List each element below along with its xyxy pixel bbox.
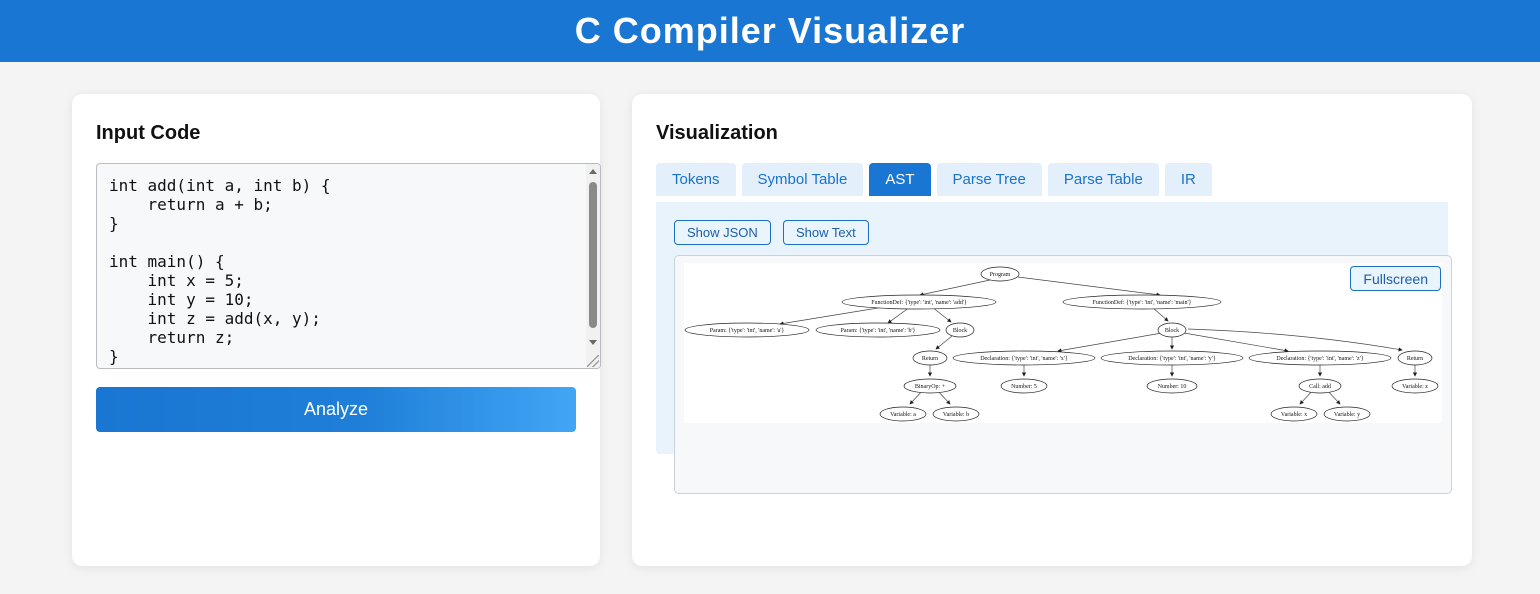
tab-ast[interactable]: AST xyxy=(869,163,931,196)
ast-edge xyxy=(1183,332,1289,353)
ast-edge xyxy=(919,279,991,297)
ast-edge xyxy=(1152,307,1169,322)
ast-edge xyxy=(779,306,885,326)
tab-symbol-table[interactable]: Symbol Table xyxy=(741,163,864,196)
ast-graph-canvas: Program FunctionDef: {'type': 'int', 'na… xyxy=(684,263,1442,423)
app-title: C Compiler Visualizer xyxy=(574,10,966,51)
ast-node-label: Return xyxy=(1407,356,1423,362)
ast-node-label: Variable: b xyxy=(943,412,969,418)
visualization-tabs: Tokens Symbol Table AST Parse Tree Parse… xyxy=(656,163,1212,196)
ast-node-label: FunctionDef: {'type': 'int', 'name': 'ad… xyxy=(871,299,967,306)
ast-node-label: Variable: a xyxy=(890,412,916,418)
ast-node-label: Param: {'type': 'int', 'name': 'b'} xyxy=(841,328,916,334)
ast-node-shapes xyxy=(684,266,1439,422)
ast-graph: Program FunctionDef: {'type': 'int', 'na… xyxy=(684,266,1439,422)
ast-node-label: FunctionDef: {'type': 'int', 'name': 'ma… xyxy=(1093,299,1192,306)
code-editor[interactable]: int add(int a, int b) { return a + b; } … xyxy=(96,163,601,369)
ast-node-label: Declaration: {'type': 'int', 'name': 'x'… xyxy=(980,356,1068,362)
triangle-up-icon[interactable] xyxy=(589,169,597,174)
tab-parse-tree[interactable]: Parse Tree xyxy=(936,163,1042,196)
ast-node-label: Variable: y xyxy=(1334,412,1360,418)
ast-node-label: Call: add xyxy=(1309,384,1331,390)
app-header: C Compiler Visualizer xyxy=(0,0,1540,62)
ast-edge xyxy=(1017,276,1161,297)
tab-tokens[interactable]: Tokens xyxy=(656,163,736,196)
editor-scrollbar[interactable] xyxy=(586,164,600,368)
show-json-button[interactable]: Show JSON xyxy=(674,220,771,245)
resize-grip-icon[interactable] xyxy=(587,355,599,367)
ast-node-label: Param: {'type': 'int', 'name': 'a'} xyxy=(710,328,785,334)
ast-node-label: Block xyxy=(1165,328,1179,334)
ast-node-label: Declaration: {'type': 'int', 'name': 'z'… xyxy=(1276,356,1363,362)
triangle-down-icon[interactable] xyxy=(589,340,597,345)
ast-node-label: Program xyxy=(990,272,1011,278)
visualization-card: Visualization Tokens Symbol Table AST Pa… xyxy=(632,94,1472,566)
ast-node-label: Number: 5 xyxy=(1011,384,1037,390)
ast-node-label: Number: 10 xyxy=(1158,384,1187,390)
ast-node-label: BinaryOp: + xyxy=(915,384,946,390)
ast-node-labels: Program FunctionDef: {'type': 'int', 'na… xyxy=(710,272,1429,418)
ast-edge xyxy=(887,306,911,324)
ast-edge xyxy=(1057,332,1163,353)
ast-node-label: Return xyxy=(922,356,938,362)
input-card: Input Code int add(int a, int b) { retur… xyxy=(72,94,601,566)
show-text-button[interactable]: Show Text xyxy=(783,220,869,245)
ast-node-label: Block xyxy=(953,328,967,334)
visualization-card-title: Visualization xyxy=(656,122,778,144)
ast-node-label: Variable: z xyxy=(1402,384,1428,390)
ast-edge xyxy=(935,335,953,350)
ast-node-label: Declaration: {'type': 'int', 'name': 'y'… xyxy=(1128,356,1216,362)
ast-viewer: Program FunctionDef: {'type': 'int', 'na… xyxy=(674,255,1452,494)
input-card-title: Input Code xyxy=(96,122,201,144)
tab-ir[interactable]: IR xyxy=(1164,163,1212,196)
tab-parse-table[interactable]: Parse Table xyxy=(1047,163,1159,196)
scrollbar-thumb[interactable] xyxy=(589,182,597,328)
ast-node-label: Variable: x xyxy=(1281,412,1307,418)
code-text[interactable]: int add(int a, int b) { return a + b; } … xyxy=(109,176,331,366)
fullscreen-button[interactable]: Fullscreen xyxy=(1350,266,1441,291)
ast-edge xyxy=(931,306,952,323)
analyze-button[interactable]: Analyze xyxy=(96,387,576,432)
